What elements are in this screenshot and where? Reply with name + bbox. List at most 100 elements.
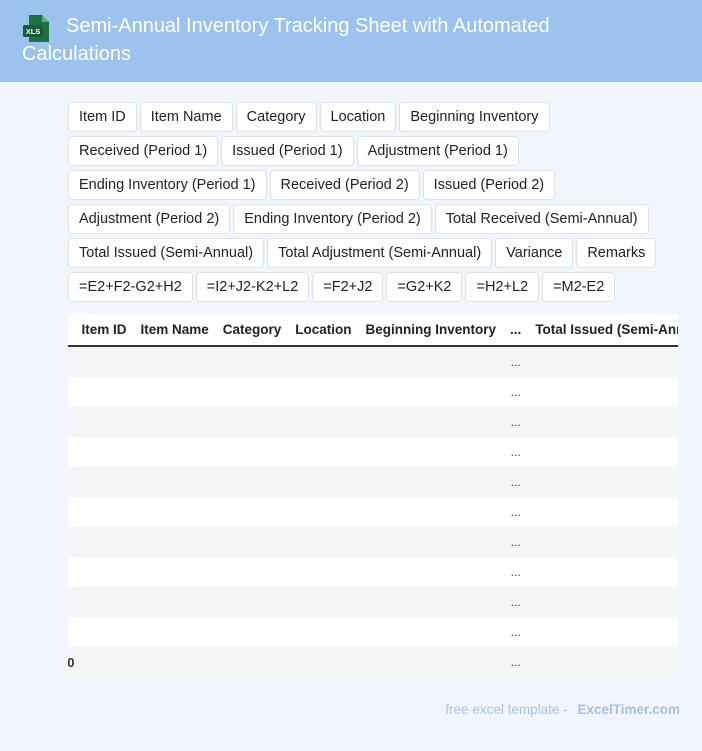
table-cell xyxy=(288,377,359,407)
ellipsis-cell: ... xyxy=(503,527,529,557)
table-cell xyxy=(288,467,359,497)
table-cell xyxy=(215,527,289,557)
table-body: 0...1...2...3...4...5...6...7...8...9...… xyxy=(68,346,678,676)
table-cell xyxy=(215,617,289,647)
table-cell xyxy=(133,557,216,587)
table-cell xyxy=(358,647,504,676)
table-cell xyxy=(288,617,359,647)
table-cell xyxy=(74,467,134,497)
column-chip: Total Issued (Semi-Annual) xyxy=(68,238,265,268)
column-chip: Ending Inventory (Period 1) xyxy=(68,170,267,200)
table-cell xyxy=(74,407,134,437)
table-cell xyxy=(74,437,134,467)
table-cell xyxy=(74,617,134,647)
table-cell xyxy=(133,377,216,407)
column-chip: Item ID xyxy=(68,102,137,132)
ellipsis-cell: ... xyxy=(503,647,529,676)
column-chip: Issued (Period 1) xyxy=(221,136,354,166)
table-row: 7... xyxy=(68,557,678,587)
table-cell xyxy=(133,437,216,467)
table-cell xyxy=(133,587,216,617)
column-chip: =I2+J2-K2+L2 xyxy=(195,272,310,302)
column-chip: Beginning Inventory xyxy=(399,102,550,132)
table-cell xyxy=(358,527,504,557)
data-table: Item ID Item Name Category Location Beginnin… xyxy=(68,314,678,676)
table-cell xyxy=(288,557,359,587)
table-cell xyxy=(528,587,678,617)
footer: free excel template - ExcelTimer.com xyxy=(445,702,680,717)
table-cell xyxy=(133,346,216,377)
table-cell xyxy=(215,407,289,437)
column-chip: =M2-E2 xyxy=(542,272,616,302)
table-row: 4... xyxy=(68,467,678,497)
table-cell xyxy=(133,647,216,676)
table-cell xyxy=(215,587,289,617)
table-cell xyxy=(288,497,359,527)
table-header-row: Item ID Item Name Category Location Beginnin… xyxy=(68,314,678,347)
column-header: ... xyxy=(503,314,529,347)
column-header: Item Name xyxy=(133,314,216,347)
ellipsis-cell: ... xyxy=(503,407,529,437)
table-cell xyxy=(74,346,134,377)
table-cell xyxy=(528,557,678,587)
ellipsis-cell: ... xyxy=(503,617,529,647)
column-header: Total Issued (Semi-Annual) xyxy=(528,314,678,347)
table-cell xyxy=(74,557,134,587)
table-row: 6... xyxy=(68,527,678,557)
table-cell xyxy=(528,437,678,467)
column-chip: Item Name xyxy=(139,102,233,132)
table-cell xyxy=(288,346,359,377)
column-header: Category xyxy=(215,314,289,347)
table-cell xyxy=(288,647,359,676)
table-cell xyxy=(133,527,216,557)
table-row: 0... xyxy=(68,346,678,377)
column-chip: Total Adjustment (Semi-Annual) xyxy=(267,238,493,268)
ellipsis-cell: ... xyxy=(503,346,529,377)
table-cell xyxy=(215,346,289,377)
column-chip: Total Received (Semi-Annual) xyxy=(434,204,649,234)
header-bar: XLS Semi-Annual Inventory Tracking Sheet… xyxy=(0,0,702,82)
table-row: 9... xyxy=(68,617,678,647)
column-header-chips: Item ID Item Name Category Location Beginnin… xyxy=(68,102,688,302)
column-chip: =F2+J2 xyxy=(312,272,384,302)
data-table-scroll[interactable]: Item ID Item Name Category Location Beginnin… xyxy=(68,314,678,676)
table-cell xyxy=(133,407,216,437)
table-cell xyxy=(288,407,359,437)
table-cell xyxy=(528,647,678,676)
table-cell xyxy=(358,407,504,437)
table-cell xyxy=(288,437,359,467)
page-title: Semi-Annual Inventory Tracking Sheet wit… xyxy=(22,15,550,65)
ellipsis-cell: ... xyxy=(503,557,529,587)
table-cell xyxy=(215,497,289,527)
table-cell xyxy=(358,467,504,497)
column-header: Item ID xyxy=(74,314,134,347)
table-cell xyxy=(74,527,134,557)
table-cell xyxy=(358,587,504,617)
table-cell xyxy=(528,497,678,527)
table-cell xyxy=(528,617,678,647)
table-cell xyxy=(358,377,504,407)
table-cell xyxy=(288,527,359,557)
column-chip: Issued (Period 2) xyxy=(422,170,556,200)
footer-text: free excel template - xyxy=(445,702,568,717)
ellipsis-cell: ... xyxy=(503,467,529,497)
table-row: 3... xyxy=(68,437,678,467)
table-cell xyxy=(215,437,289,467)
column-header: Beginning Inventory xyxy=(358,314,504,347)
column-header: Location xyxy=(288,314,359,347)
table-cell xyxy=(358,617,504,647)
ellipsis-cell: ... xyxy=(503,587,529,617)
column-chip: Adjustment (Period 2) xyxy=(68,204,231,234)
table-row: 5... xyxy=(68,497,678,527)
footer-brand-link[interactable]: ExcelTimer.com xyxy=(577,702,680,717)
column-chip: =H2+L2 xyxy=(465,272,540,302)
table-cell xyxy=(528,467,678,497)
table-cell xyxy=(528,346,678,377)
table-row: 8... xyxy=(68,587,678,617)
column-chip: Remarks xyxy=(576,238,657,268)
column-chip: Variance xyxy=(495,238,574,268)
table-cell xyxy=(358,497,504,527)
table-cell xyxy=(528,377,678,407)
table-cell xyxy=(133,497,216,527)
column-chip: Adjustment (Period 1) xyxy=(356,136,519,166)
